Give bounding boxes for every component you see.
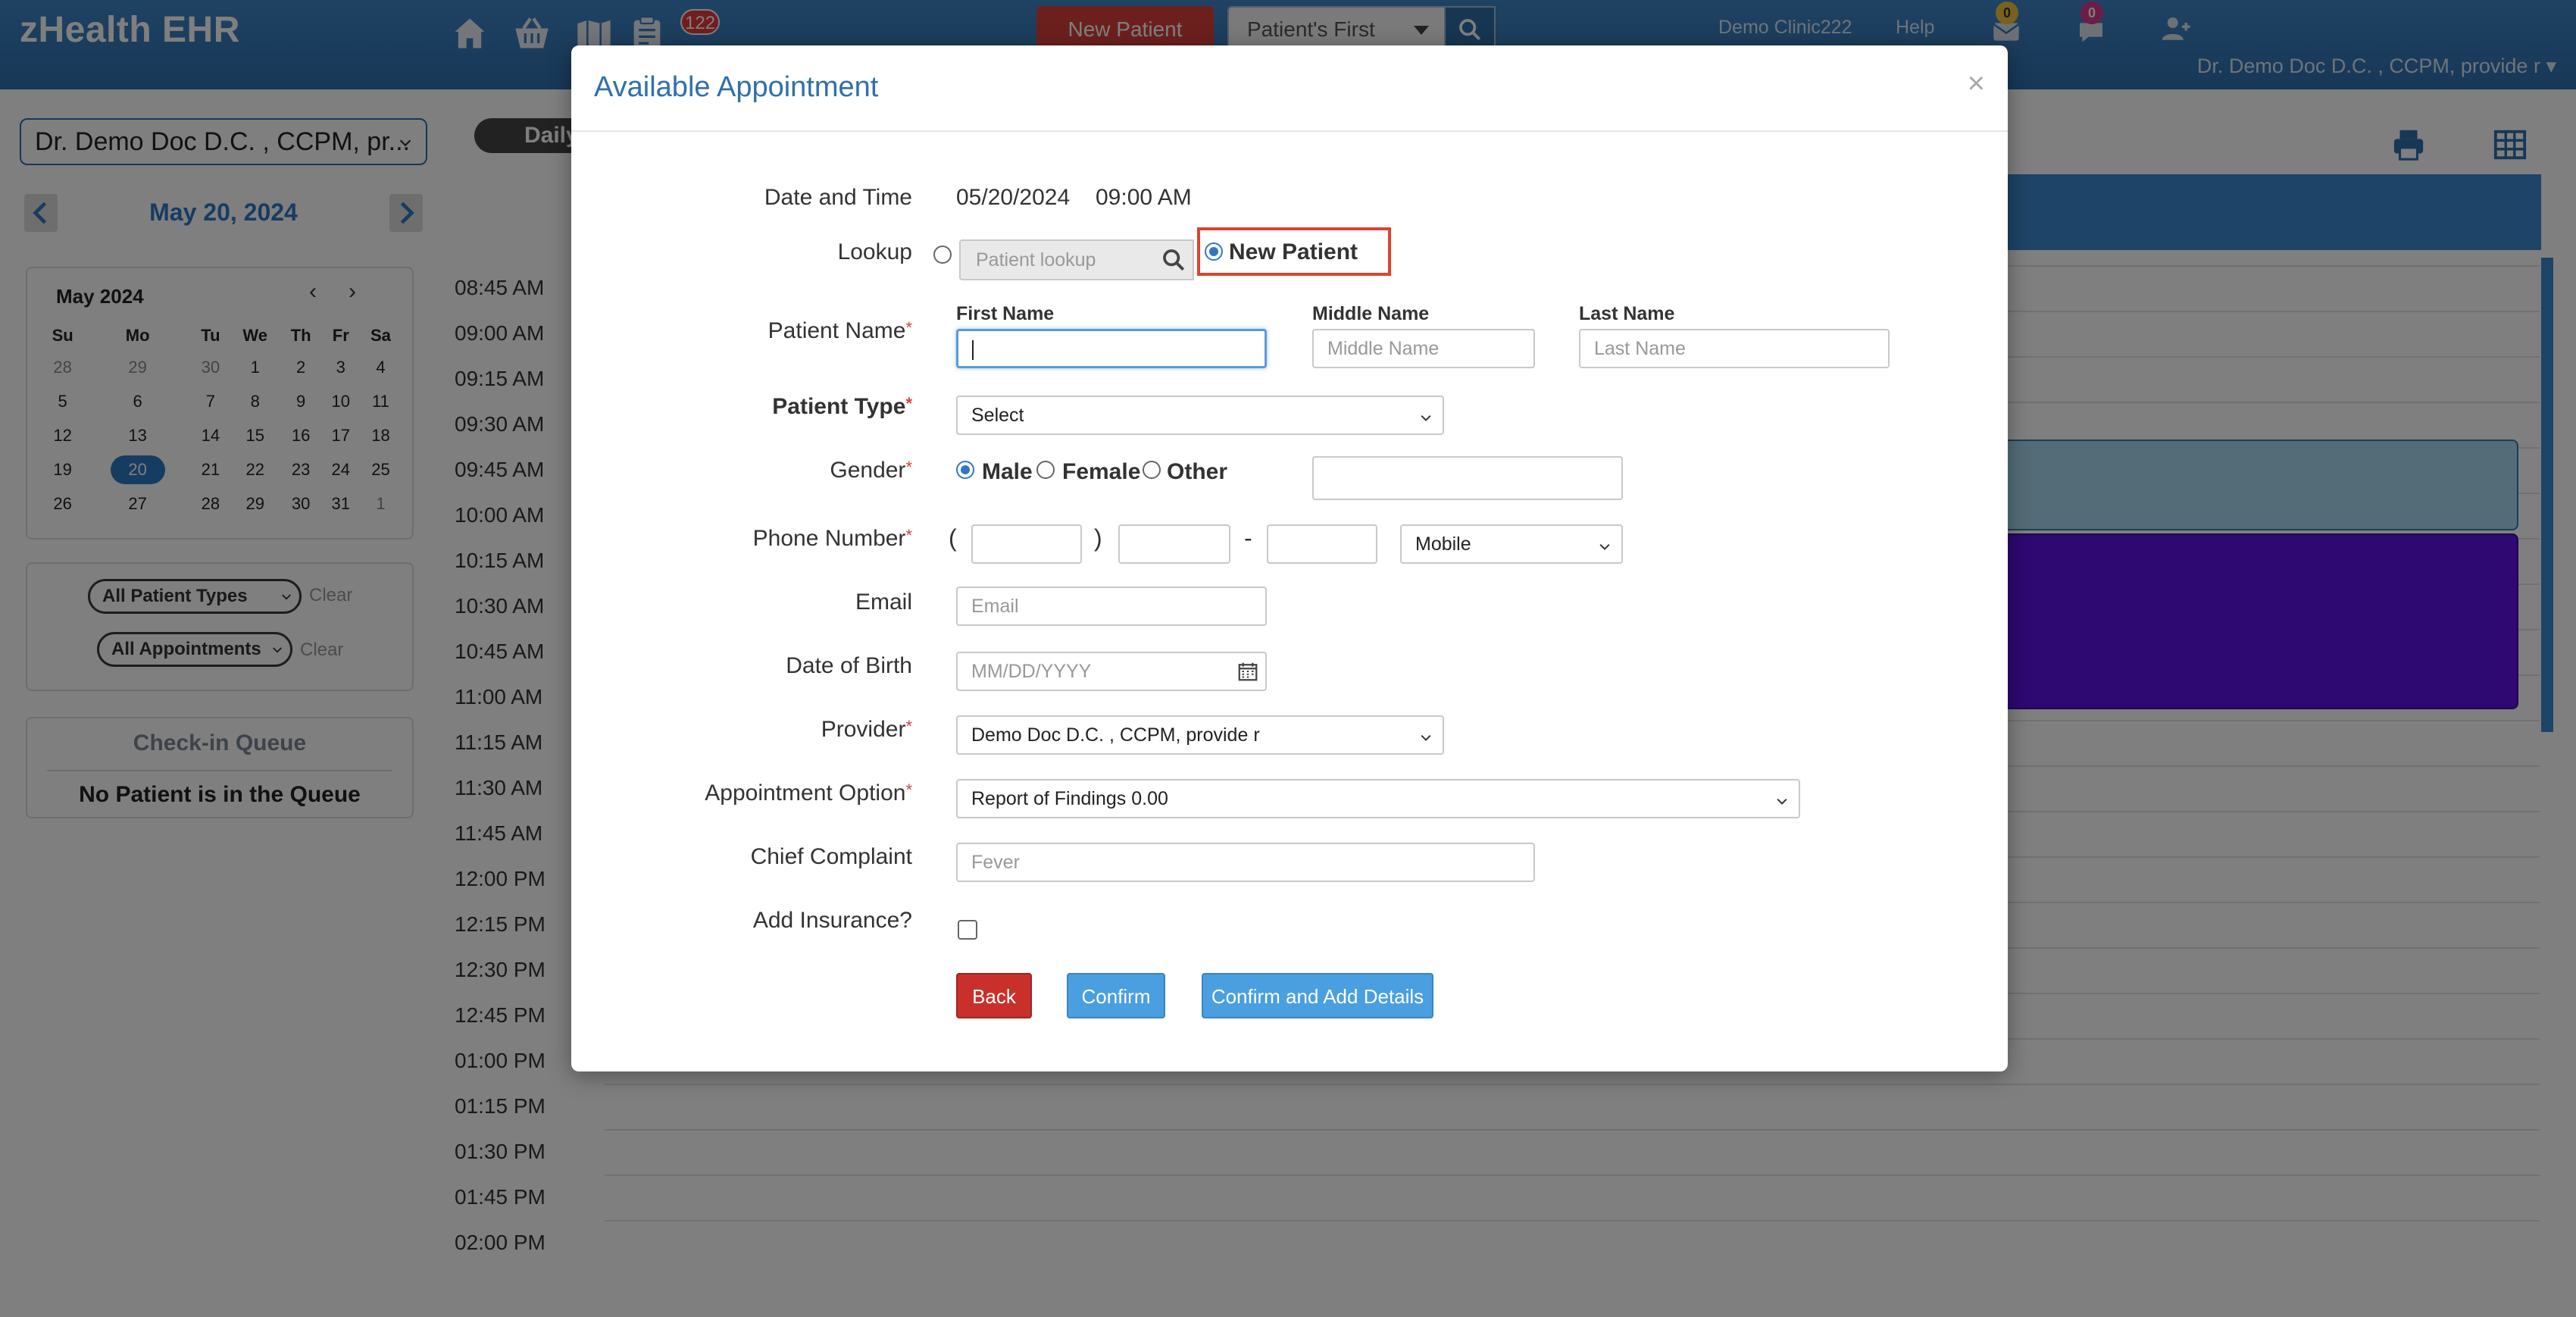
first-name-input[interactable] [956, 329, 1267, 368]
patient-type-value: Select [971, 405, 1024, 426]
phone-line-input[interactable] [1267, 524, 1377, 564]
phone-type-value: Mobile [1415, 533, 1471, 555]
provider-select-modal[interactable]: Demo Doc D.C. , CCPM, provide r [956, 715, 1444, 755]
confirm-button[interactable]: Confirm [1067, 973, 1165, 1018]
last-name-label: Last Name [1579, 303, 1675, 324]
dob-input[interactable]: MM/DD/YYYY [956, 652, 1267, 691]
close-icon[interactable]: × [1968, 67, 1985, 101]
phone-open-paren: ( [949, 524, 957, 552]
dob-placeholder: MM/DD/YYYY [971, 661, 1092, 682]
appointment-option-value: Report of Findings 0.00 [971, 788, 1168, 809]
lookup-radio[interactable] [933, 246, 952, 264]
back-button[interactable]: Back [956, 973, 1032, 1018]
new-patient-radio[interactable] [1205, 242, 1223, 261]
chevron-down-icon [1421, 734, 1431, 741]
phone-close-paren: ) [1094, 524, 1102, 552]
first-name-label: First Name [956, 303, 1055, 324]
gender-female-label[interactable]: Female [1062, 459, 1140, 485]
search-icon[interactable] [1161, 247, 1186, 273]
calendar-icon[interactable] [1236, 660, 1259, 683]
patient-lookup-input[interactable]: Patient lookup [959, 239, 1194, 280]
email-input[interactable]: Email [956, 587, 1267, 626]
lookup-label: Lookup [837, 239, 912, 264]
add-insurance-label: Add Insurance? [752, 908, 912, 933]
chief-complaint-label: Chief Complaint [750, 844, 912, 869]
provider-label: Provider* [821, 717, 912, 742]
phone-type-select[interactable]: Mobile [1400, 524, 1623, 564]
chevron-down-icon [1777, 798, 1787, 805]
provider-select-modal-value: Demo Doc D.C. , CCPM, provide r [971, 724, 1260, 746]
phone-number-label: Phone Number* [752, 526, 912, 551]
add-insurance-checkbox[interactable] [958, 920, 977, 940]
gender-female-radio[interactable] [1036, 461, 1055, 479]
divider [571, 130, 2008, 132]
appointment-option-select[interactable]: Report of Findings 0.00 [956, 779, 1800, 818]
phone-dash: - [1244, 524, 1252, 552]
gender-other-input[interactable] [1312, 456, 1623, 500]
patient-lookup-placeholder: Patient lookup [976, 249, 1096, 271]
appointment-option-label: Appointment Option* [705, 781, 912, 806]
chevron-down-icon [1421, 414, 1431, 421]
middle-name-label: Middle Name [1312, 303, 1430, 324]
gender-male-radio[interactable] [956, 461, 974, 479]
gender-other-radio[interactable] [1143, 461, 1161, 479]
phone-prefix-input[interactable] [1118, 524, 1230, 564]
date-time-label: Date and Time [764, 185, 912, 210]
gender-male-label[interactable]: Male [982, 459, 1033, 485]
patient-name-label: Patient Name* [767, 318, 912, 343]
middle-name-input[interactable]: Middle Name [1312, 329, 1535, 368]
gender-other-label[interactable]: Other [1167, 459, 1227, 485]
new-patient-radio-label[interactable]: New Patient [1229, 239, 1358, 265]
gender-label: Gender* [830, 458, 912, 483]
available-appointment-modal: Available Appointment × Date and Time 05… [571, 45, 2008, 1071]
patient-type-select[interactable]: Select [956, 396, 1444, 435]
chief-complaint-input[interactable]: Fever [956, 843, 1535, 882]
appointment-time: 09:00 AM [1096, 185, 1192, 210]
appointment-date: 05/20/2024 [956, 185, 1071, 210]
phone-area-code-input[interactable] [971, 524, 1082, 564]
patient-type-label: Patient Type* [772, 394, 912, 419]
modal-title: Available Appointment [594, 71, 879, 103]
chevron-down-icon [1599, 543, 1610, 550]
email-label: Email [855, 590, 912, 615]
last-name-input[interactable]: Last Name [1579, 329, 1890, 368]
dob-label: Date of Birth [786, 653, 912, 678]
text-cursor [972, 340, 974, 360]
confirm-and-add-details-button[interactable]: Confirm and Add Details [1202, 973, 1433, 1018]
